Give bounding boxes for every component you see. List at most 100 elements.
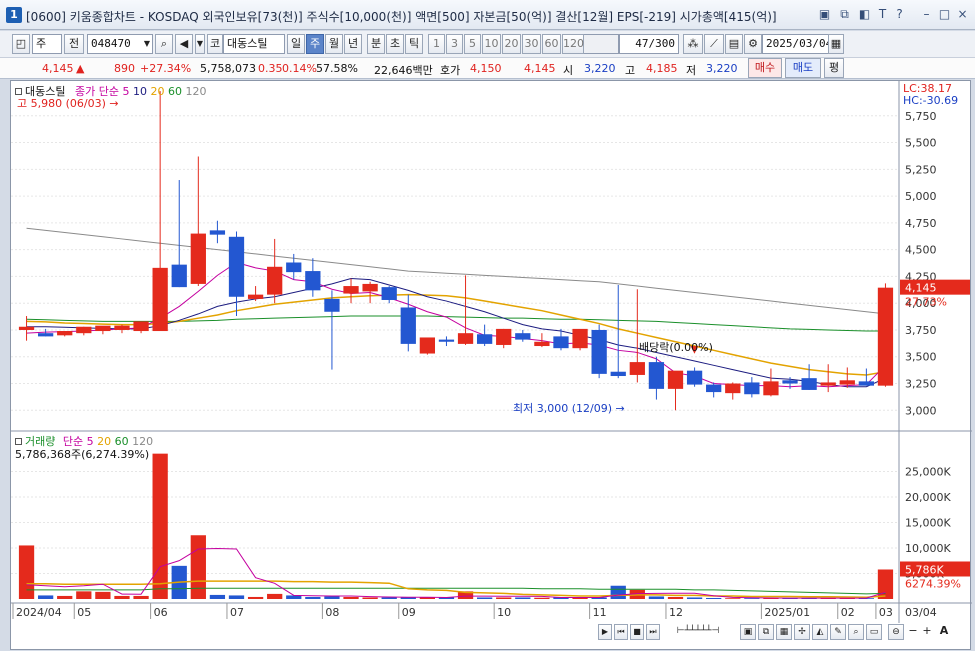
open-label: 시 (563, 64, 574, 77)
layout-icon[interactable]: ◰ (12, 34, 30, 54)
calendar-icon[interactable]: ▦ (828, 34, 844, 54)
volume-ratio: 0.35 (258, 62, 283, 75)
minus-icon[interactable]: − (906, 624, 920, 640)
candle-body (515, 333, 531, 340)
sell-button[interactable]: 매도 (785, 58, 821, 78)
volume-bar (190, 535, 206, 599)
legend-ma5: 5 (122, 85, 130, 98)
area-icon[interactable]: ◭ (812, 624, 828, 640)
volume-bar (305, 596, 321, 599)
candle-body (286, 262, 302, 273)
close-icon[interactable]: × (956, 8, 969, 21)
period-button-6[interactable]: 틱 (405, 34, 423, 54)
chart-panel[interactable]: 5,750 5,500 5,250 5,000 4,750 4,500 4,250 4,000… (10, 80, 972, 650)
candle-body (801, 378, 817, 390)
date-input[interactable]: 2025/03/04 (762, 34, 832, 54)
candle-body (18, 326, 35, 330)
candle-body (305, 271, 321, 291)
speaker-dropdown-icon[interactable]: ▼ (195, 34, 205, 54)
period-combo[interactable]: 주 (32, 34, 62, 54)
volume-bar (152, 453, 168, 599)
interval-button-6[interactable]: 60 (542, 34, 561, 54)
candle-body (114, 325, 130, 330)
trend-line-icon[interactable]: ⟋ (704, 34, 724, 54)
code-dropdown-icon[interactable]: ▼ (141, 35, 153, 53)
price-axis-label: 4,750 (905, 217, 937, 230)
box-icon[interactable]: ▣ (740, 624, 756, 640)
volume-bar (57, 595, 73, 599)
x-axis-label: 06 (154, 606, 168, 619)
candle-body (820, 382, 836, 386)
font-icon[interactable]: T (876, 8, 889, 21)
x-axis-label: 12 (669, 606, 683, 619)
current-price: 4,145 (42, 62, 74, 75)
save-icon[interactable]: ▤ (725, 34, 743, 54)
volume-bar (286, 595, 302, 599)
draw-icon[interactable]: ✎ (830, 624, 846, 640)
magnifier-icon[interactable]: ⌕ (848, 624, 864, 640)
price-axis-label: 5,500 (905, 137, 937, 150)
link-window-icon[interactable]: ⧉ (838, 8, 851, 21)
maximize-icon[interactable]: □ (938, 8, 951, 21)
price-axis-label: 5,250 (905, 163, 937, 176)
interval-button-0[interactable]: 1 (428, 34, 445, 54)
screen-icon[interactable]: ▣ (818, 8, 831, 21)
last-page-icon[interactable]: ⏭ (646, 624, 660, 640)
speaker-icon[interactable]: ◀ (175, 34, 193, 54)
interval-button-3[interactable]: 10 (482, 34, 501, 54)
interval-button-5[interactable]: 30 (522, 34, 541, 54)
zoom-slider[interactable]: ⊢┴┴┴┴┴⊣ (668, 624, 728, 640)
candle-body (171, 264, 187, 288)
interval-button-1[interactable]: 3 (446, 34, 463, 54)
interval-button-2[interactable]: 5 (464, 34, 481, 54)
text-size-icon[interactable]: A (936, 624, 952, 640)
stock-name: 대동스틸 (223, 34, 285, 54)
volume-bar (324, 596, 340, 599)
fit-icon[interactable]: ▭ (866, 624, 882, 640)
volume-bar (877, 569, 894, 599)
volume-info: 5,786,368주(6,274.39%) (15, 448, 150, 461)
minimize-icon[interactable]: – (920, 8, 933, 21)
period-button-4[interactable]: 분 (367, 34, 385, 54)
crosshair-icon[interactable]: ✢ (794, 624, 810, 640)
period-button-5[interactable]: 초 (386, 34, 404, 54)
prev-button[interactable]: 전 (64, 34, 84, 54)
stop-icon[interactable]: ■ (630, 624, 644, 640)
scroll-right-icon[interactable]: ▶ (598, 624, 612, 640)
low-label: 저 (686, 64, 697, 77)
blank-combo[interactable] (579, 34, 619, 54)
period-button-1[interactable]: 주 (306, 34, 324, 54)
first-page-icon[interactable]: ⏮ (614, 624, 628, 640)
interval-button-7[interactable]: 120 (562, 34, 584, 54)
candle-body (228, 236, 245, 297)
title-bar: 1 [0600] 키움종합차트 - KOSDAQ 외국인보유[73(천)] 주식… (0, 0, 975, 30)
last-volume-pct: 6274.39% (905, 577, 961, 590)
chart-navigation-bar: ▶ ⏮ ■ ⏭ ⊢┴┴┴┴┴⊣ ▣ ⧉ ▦ ✢ ◭ ✎ ⌕ ▭ ⊖ − + A (598, 624, 970, 642)
volume-bar (18, 545, 35, 599)
turnover-second: 57.58% (316, 62, 358, 75)
help-icon[interactable]: ? (893, 8, 906, 21)
search-icon[interactable]: ⌕ (155, 34, 173, 54)
candle-body (839, 380, 855, 385)
plus-icon[interactable]: + (920, 624, 934, 640)
pin-icon[interactable]: ◧ (858, 8, 871, 21)
average-button[interactable]: 평 (824, 58, 844, 78)
candle-body (57, 331, 73, 336)
settings-icon[interactable]: ⚙ (744, 34, 762, 54)
period-button-3[interactable]: 년 (344, 34, 362, 54)
period-button-2[interactable]: 월 (325, 34, 343, 54)
indicator-icon[interactable]: ⁂ (683, 34, 703, 54)
volume-axis-label: 25,000K (905, 466, 951, 479)
buy-button[interactable]: 매수 (748, 58, 782, 78)
chart-icon[interactable]: ▦ (776, 624, 792, 640)
x-axis-label: 05 (77, 606, 91, 619)
copy-icon[interactable]: ⧉ (758, 624, 774, 640)
x-axis-label: 02 (841, 606, 855, 619)
zoom-out-icon[interactable]: ⊖ (888, 624, 904, 640)
count-value: 47 (635, 37, 649, 50)
candle-body (648, 362, 665, 389)
count-field[interactable]: 47/300 (619, 34, 679, 54)
period-button-0[interactable]: 일 (287, 34, 305, 54)
high-annotation: 고 5,980 (06/03) → (17, 97, 119, 110)
interval-button-4[interactable]: 20 (502, 34, 521, 54)
